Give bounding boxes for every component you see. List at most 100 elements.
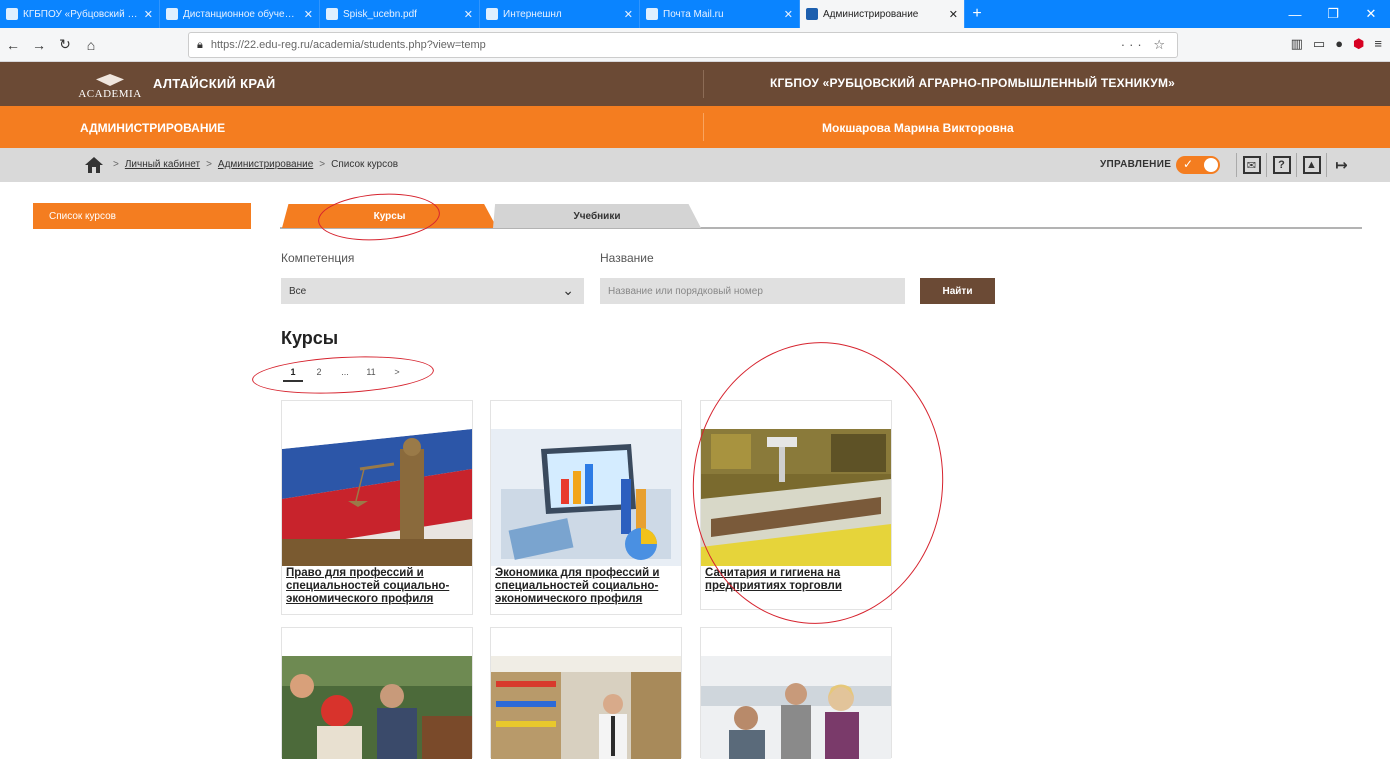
browser-tab[interactable]: Spisk_ucebn.pdf ✕ <box>320 0 480 28</box>
browser-tab[interactable]: Почта Mail.ru ✕ <box>640 0 800 28</box>
browser-navbar: ← → ↻ ⌂ 🔒︎ https://22.edu-reg.ru/academi… <box>0 28 1390 62</box>
header-icons: ✉ ? ▲ ↦ <box>1236 153 1356 177</box>
forward-icon[interactable]: → <box>26 32 52 58</box>
page-ellipsis: ... <box>341 367 349 377</box>
chevron-down-icon: ⌄ <box>562 282 574 298</box>
organization-title: КГБПОУ «РУБЦОВСКИЙ АГРАРНО-ПРОМЫШЛЕННЫЙ … <box>770 76 1176 90</box>
section-header: АДМИНИСТРИРОВАНИЕ Мокшарова Марина Викто… <box>0 106 1390 148</box>
page-next[interactable]: > <box>387 367 407 382</box>
competence-label: Компетенция <box>281 251 355 265</box>
course-title[interactable]: Экономика для профессий и специальностей… <box>495 567 679 607</box>
course-card[interactable] <box>700 627 892 759</box>
sidebar-item-course-list[interactable]: Список курсов <box>33 203 251 229</box>
close-icon[interactable]: ✕ <box>949 8 958 21</box>
breadcrumb-link-admin[interactable]: Администрирование <box>218 159 313 170</box>
favicon-icon <box>806 8 818 20</box>
manage-toggle[interactable]: ✓ <box>1176 156 1220 174</box>
user-name: Мокшарова Марина Викторовна <box>822 121 1014 135</box>
close-icon[interactable]: ✕ <box>784 8 793 21</box>
rescue-team-image[interactable] <box>282 656 472 759</box>
breadcrumb-current: Список курсов <box>331 159 399 170</box>
graduation-cap-icon <box>96 74 124 86</box>
manage-label: УПРАВЛЕНИЕ <box>1100 159 1172 170</box>
region-title: АЛТАЙСКИЙ КРАЙ <box>153 76 276 91</box>
menu-icon[interactable]: ≡ <box>1374 36 1382 52</box>
course-title[interactable]: Право для профессий и специальностей соц… <box>286 567 470 607</box>
page-2[interactable]: 2 <box>309 367 329 382</box>
adblock-icon[interactable]: ⬢ <box>1353 36 1364 52</box>
mail-button[interactable]: ✉ <box>1236 153 1266 177</box>
logout-icon: ↦ <box>1335 157 1348 174</box>
new-tab-button[interactable]: + <box>965 0 989 28</box>
competence-value: Все <box>289 286 307 297</box>
library-icon[interactable]: ▥ <box>1291 36 1303 52</box>
search-input[interactable] <box>600 278 905 304</box>
close-icon[interactable]: ✕ <box>304 8 313 21</box>
breadcrumb: > Личный кабинет > Администрирование > С… <box>113 159 399 170</box>
browser-tabbar: КГБПОУ «Рубцовский аграр...✕ Дистанционн… <box>0 0 1390 28</box>
browser-tab-active[interactable]: Администрирование ✕ <box>800 0 965 28</box>
favicon-icon <box>326 8 338 20</box>
help-button[interactable]: ? <box>1266 153 1296 177</box>
url-bar[interactable]: 🔒︎ https://22.edu-reg.ru/academia/studen… <box>188 32 1178 58</box>
close-icon[interactable]: ✕ <box>464 8 473 21</box>
close-window-icon[interactable]: ✕ <box>1352 6 1390 22</box>
maximize-icon[interactable]: ❐ <box>1314 6 1352 22</box>
toggle-knob <box>1204 158 1218 172</box>
close-icon[interactable]: ✕ <box>144 8 153 21</box>
course-card[interactable] <box>281 627 473 759</box>
reader-icon[interactable]: ▭ <box>1313 36 1325 52</box>
course-title[interactable]: Санитария и гигиена на предприятиях торг… <box>705 567 889 593</box>
justice-statue-image[interactable] <box>282 429 472 566</box>
url-text: https://22.edu-reg.ru/academia/students.… <box>210 39 486 51</box>
academia-logo[interactable]: ACADEMIA <box>78 68 141 100</box>
extension-icons: ▥ ▭ ● ⬢ ≡ <box>1291 36 1382 52</box>
office-people-image[interactable] <box>701 656 891 759</box>
divider <box>703 113 704 141</box>
mail-icon: ✉ <box>1242 156 1261 174</box>
favicon-icon <box>646 8 658 20</box>
browser-tab[interactable]: Интернешнл ✕ <box>480 0 640 28</box>
back-icon[interactable]: ← <box>0 32 26 58</box>
course-card[interactable]: Право для профессий и специальностей соц… <box>281 400 473 615</box>
home-browser-icon[interactable]: ⌂ <box>78 32 104 58</box>
shop-display-image[interactable] <box>701 429 891 566</box>
window-controls: — ❐ ✕ <box>1276 0 1390 28</box>
favicon-icon <box>486 8 498 20</box>
tab-courses[interactable]: Курсы <box>282 204 497 228</box>
minimize-icon[interactable]: — <box>1276 7 1314 22</box>
lock-icon: 🔒︎ <box>197 38 203 51</box>
page-1[interactable]: 1 <box>283 367 303 382</box>
section-title: АДМИНИСТРИРОВАНИЕ <box>80 121 226 135</box>
browser-tab[interactable]: КГБПОУ «Рубцовский аграр...✕ <box>0 0 160 28</box>
favicon-icon <box>166 8 178 20</box>
check-icon: ✓ <box>1183 157 1194 171</box>
competence-select[interactable]: Все ⌄ <box>281 278 584 304</box>
page-11[interactable]: 11 <box>361 367 381 382</box>
name-label: Название <box>600 251 654 265</box>
logout-button[interactable]: ↦ <box>1326 153 1356 177</box>
courses-heading: Курсы <box>281 328 339 348</box>
browser-tab[interactable]: Дистанционное обучение ✕ <box>160 0 320 28</box>
course-card[interactable]: Экономика для профессий и специальностей… <box>490 400 682 615</box>
close-icon[interactable]: ✕ <box>624 8 633 21</box>
account-icon[interactable]: ● <box>1335 36 1343 52</box>
favicon-icon <box>6 8 18 20</box>
reload-icon[interactable]: ↻ <box>52 32 78 58</box>
profile-button[interactable]: ▲ <box>1296 153 1326 177</box>
tab-textbooks[interactable]: Учебники <box>493 204 701 228</box>
breadcrumb-link-cabinet[interactable]: Личный кабинет <box>125 159 200 170</box>
divider <box>703 70 704 98</box>
breadcrumb-bar: > Личный кабинет > Администрирование > С… <box>0 148 1390 182</box>
home-icon[interactable] <box>84 155 104 175</box>
profile-icon: ▲ <box>1302 156 1321 174</box>
site-header: ACADEMIA АЛТАЙСКИЙ КРАЙ КГБПОУ «РУБЦОВСК… <box>0 62 1390 106</box>
course-card[interactable]: Санитария и гигиена на предприятиях торг… <box>700 400 892 610</box>
laptop-charts-image[interactable] <box>491 429 681 566</box>
store-aisle-image[interactable] <box>491 656 681 759</box>
pagination: 1 2 ... 11 > <box>283 367 407 382</box>
url-tools[interactable]: ··· ☆ <box>1121 37 1169 53</box>
find-button[interactable]: Найти <box>920 278 995 304</box>
course-card[interactable] <box>490 627 682 759</box>
help-icon: ? <box>1272 156 1291 174</box>
